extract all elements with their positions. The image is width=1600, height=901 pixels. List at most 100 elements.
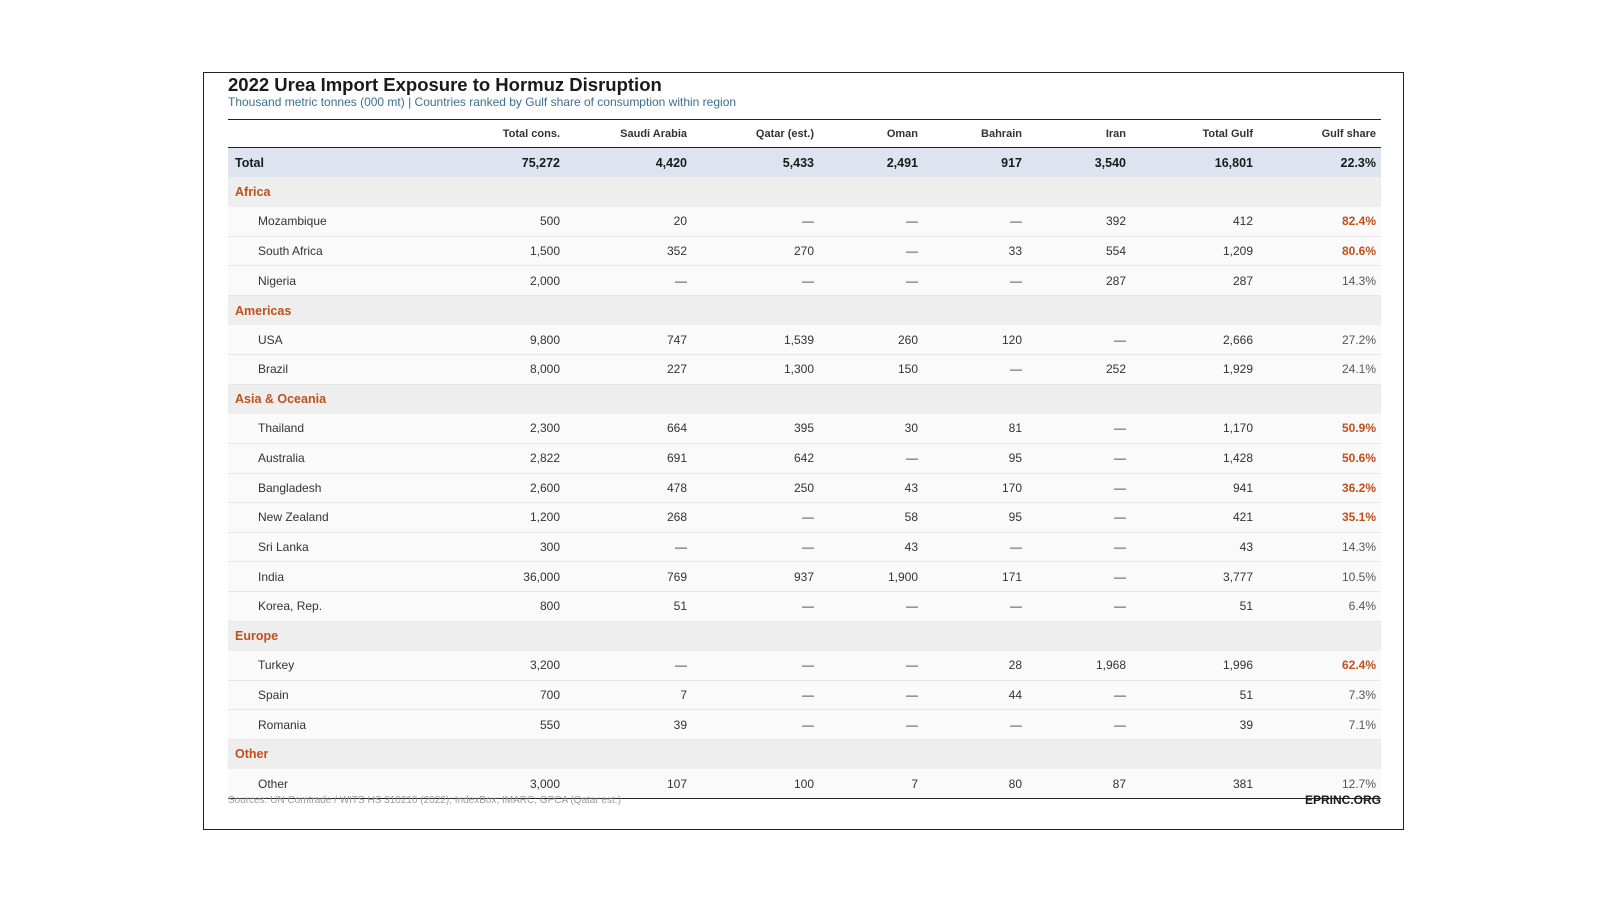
table-cell: —	[819, 680, 923, 711]
table-row: Mozambique 500 20— — —392 412 82.4%	[228, 206, 1381, 237]
country-label: South Africa	[228, 236, 438, 267]
country-label: Australia	[228, 443, 438, 474]
table-cell: —	[692, 502, 819, 533]
gulf-share-cell: 50.6%	[1258, 443, 1381, 474]
table-cell: 700	[438, 680, 565, 711]
table-cell: —	[692, 206, 819, 237]
gulf-share-cell: 14.3%	[1258, 265, 1381, 296]
column-header: Bahrain	[923, 119, 1027, 148]
table-row: India 36,000 769 937 1,900 171—3,777 10.5%	[228, 561, 1381, 592]
table-cell: 747	[565, 325, 692, 356]
table-cell: 39	[565, 709, 692, 740]
table-cell: 3,540	[1027, 147, 1131, 178]
column-header: Iran	[1027, 119, 1131, 148]
table-cell: —	[1027, 325, 1131, 356]
country-label: USA	[228, 325, 438, 356]
table-cell: 287	[1131, 265, 1258, 296]
country-label: India	[228, 561, 438, 592]
table-cell: 769	[565, 561, 692, 592]
table-cell: 8,000	[438, 354, 565, 385]
table-cell: 9,800	[438, 325, 565, 356]
table-row: Brazil 8,000 227 1,300 150—252 1,929 24.1%	[228, 354, 1381, 385]
table-cell: 51	[565, 591, 692, 622]
country-label: Thailand	[228, 413, 438, 444]
table-cell: —	[692, 650, 819, 681]
column-header: Qatar (est.)	[692, 119, 819, 148]
table-cell: —	[819, 709, 923, 740]
table-cell: 43	[1131, 532, 1258, 563]
data-table: Total cons. Saudi Arabia Qatar (est.) Oman B…	[228, 119, 1381, 800]
gulf-share-cell: 7.3%	[1258, 680, 1381, 711]
table-cell: 412	[1131, 206, 1258, 237]
column-header: Gulf share	[1258, 119, 1381, 148]
table-cell: 95	[923, 502, 1027, 533]
table-cell: 120	[923, 325, 1027, 356]
table-cell: 5,433	[692, 147, 819, 178]
table-cell: 51	[1131, 680, 1258, 711]
table-cell: —	[1027, 413, 1131, 444]
table-cell: 392	[1027, 206, 1131, 237]
table-cell: 937	[692, 561, 819, 592]
table-cell: —	[819, 650, 923, 681]
table-cell: 80	[923, 768, 1027, 800]
table-cell: 1,900	[819, 561, 923, 592]
table-cell: —	[819, 206, 923, 237]
table-cell: 58	[819, 502, 923, 533]
column-header	[228, 119, 438, 148]
column-header: Saudi Arabia	[565, 119, 692, 148]
region-label: Asia & Oceania	[228, 384, 1381, 414]
gulf-share-cell: 36.2%	[1258, 473, 1381, 504]
region-row: Other	[228, 739, 1381, 769]
region-label: Other	[228, 739, 1381, 769]
table-cell: 381	[1131, 768, 1258, 800]
table-cell: —	[923, 354, 1027, 385]
table-cell: 917	[923, 147, 1027, 178]
table-cell: 95	[923, 443, 1027, 474]
brand-label: EPRINC.ORG	[1304, 793, 1381, 807]
total-row: Total 75,272 4,420 5,433 2,491 917 3,540 16,801…	[228, 147, 1381, 178]
table-cell: 664	[565, 413, 692, 444]
gulf-share-cell: 24.1%	[1258, 354, 1381, 385]
table-row: Nigeria 2,000— — — —287 287 14.3%	[228, 265, 1381, 296]
table-cell: —	[1027, 561, 1131, 592]
table-cell: 39	[1131, 709, 1258, 740]
table-row: Sri Lanka 300— —43— —43 14.3%	[228, 532, 1381, 563]
table-cell: —	[1027, 680, 1131, 711]
table-cell: 16,801	[1131, 147, 1258, 178]
table-cell: 3,777	[1131, 561, 1258, 592]
gulf-share-cell: 6.4%	[1258, 591, 1381, 622]
table-cell: 1,500	[438, 236, 565, 267]
country-label: Turkey	[228, 650, 438, 681]
table-cell: 44	[923, 680, 1027, 711]
table-row: Thailand 2,300 664 395 30 81—1,170 50.9%	[228, 413, 1381, 444]
table-cell: 7	[819, 768, 923, 800]
table-row: New Zealand 1,200 268—58 95—421 35.1%	[228, 502, 1381, 533]
table-row: South Africa 1,500 352 270—33 554 1,209 80.6%	[228, 236, 1381, 267]
table-cell: 1,968	[1027, 650, 1131, 681]
column-header: Total cons.	[438, 119, 565, 148]
table-cell: —	[1027, 532, 1131, 563]
table-body: Total 75,272 4,420 5,433 2,491 917 3,540 16,801…	[228, 147, 1381, 800]
country-label: Korea, Rep.	[228, 591, 438, 622]
table-cell: 941	[1131, 473, 1258, 504]
table-cell: —	[923, 709, 1027, 740]
table-cell: 1,300	[692, 354, 819, 385]
table-cell: —	[692, 265, 819, 296]
column-header: Total Gulf	[1131, 119, 1258, 148]
region-row: Asia & Oceania	[228, 384, 1381, 414]
table-cell: 500	[438, 206, 565, 237]
table-cell: 287	[1027, 265, 1131, 296]
country-label: Sri Lanka	[228, 532, 438, 563]
table-cell: 1,929	[1131, 354, 1258, 385]
gulf-share-cell: 14.3%	[1258, 532, 1381, 563]
table-cell: —	[692, 680, 819, 711]
table-cell: —	[565, 650, 692, 681]
region-row: Americas	[228, 295, 1381, 326]
row-label: Total	[228, 147, 438, 178]
chart-title: 2022 Urea Import Exposure to Hormuz Disr…	[228, 74, 662, 95]
table-cell: 28	[923, 650, 1027, 681]
table-row: USA 9,800 747 1,539 260 120—2,666 27.2%	[228, 325, 1381, 356]
table-cell: 1,200	[438, 502, 565, 533]
table-cell: 170	[923, 473, 1027, 504]
country-label: Brazil	[228, 354, 438, 385]
